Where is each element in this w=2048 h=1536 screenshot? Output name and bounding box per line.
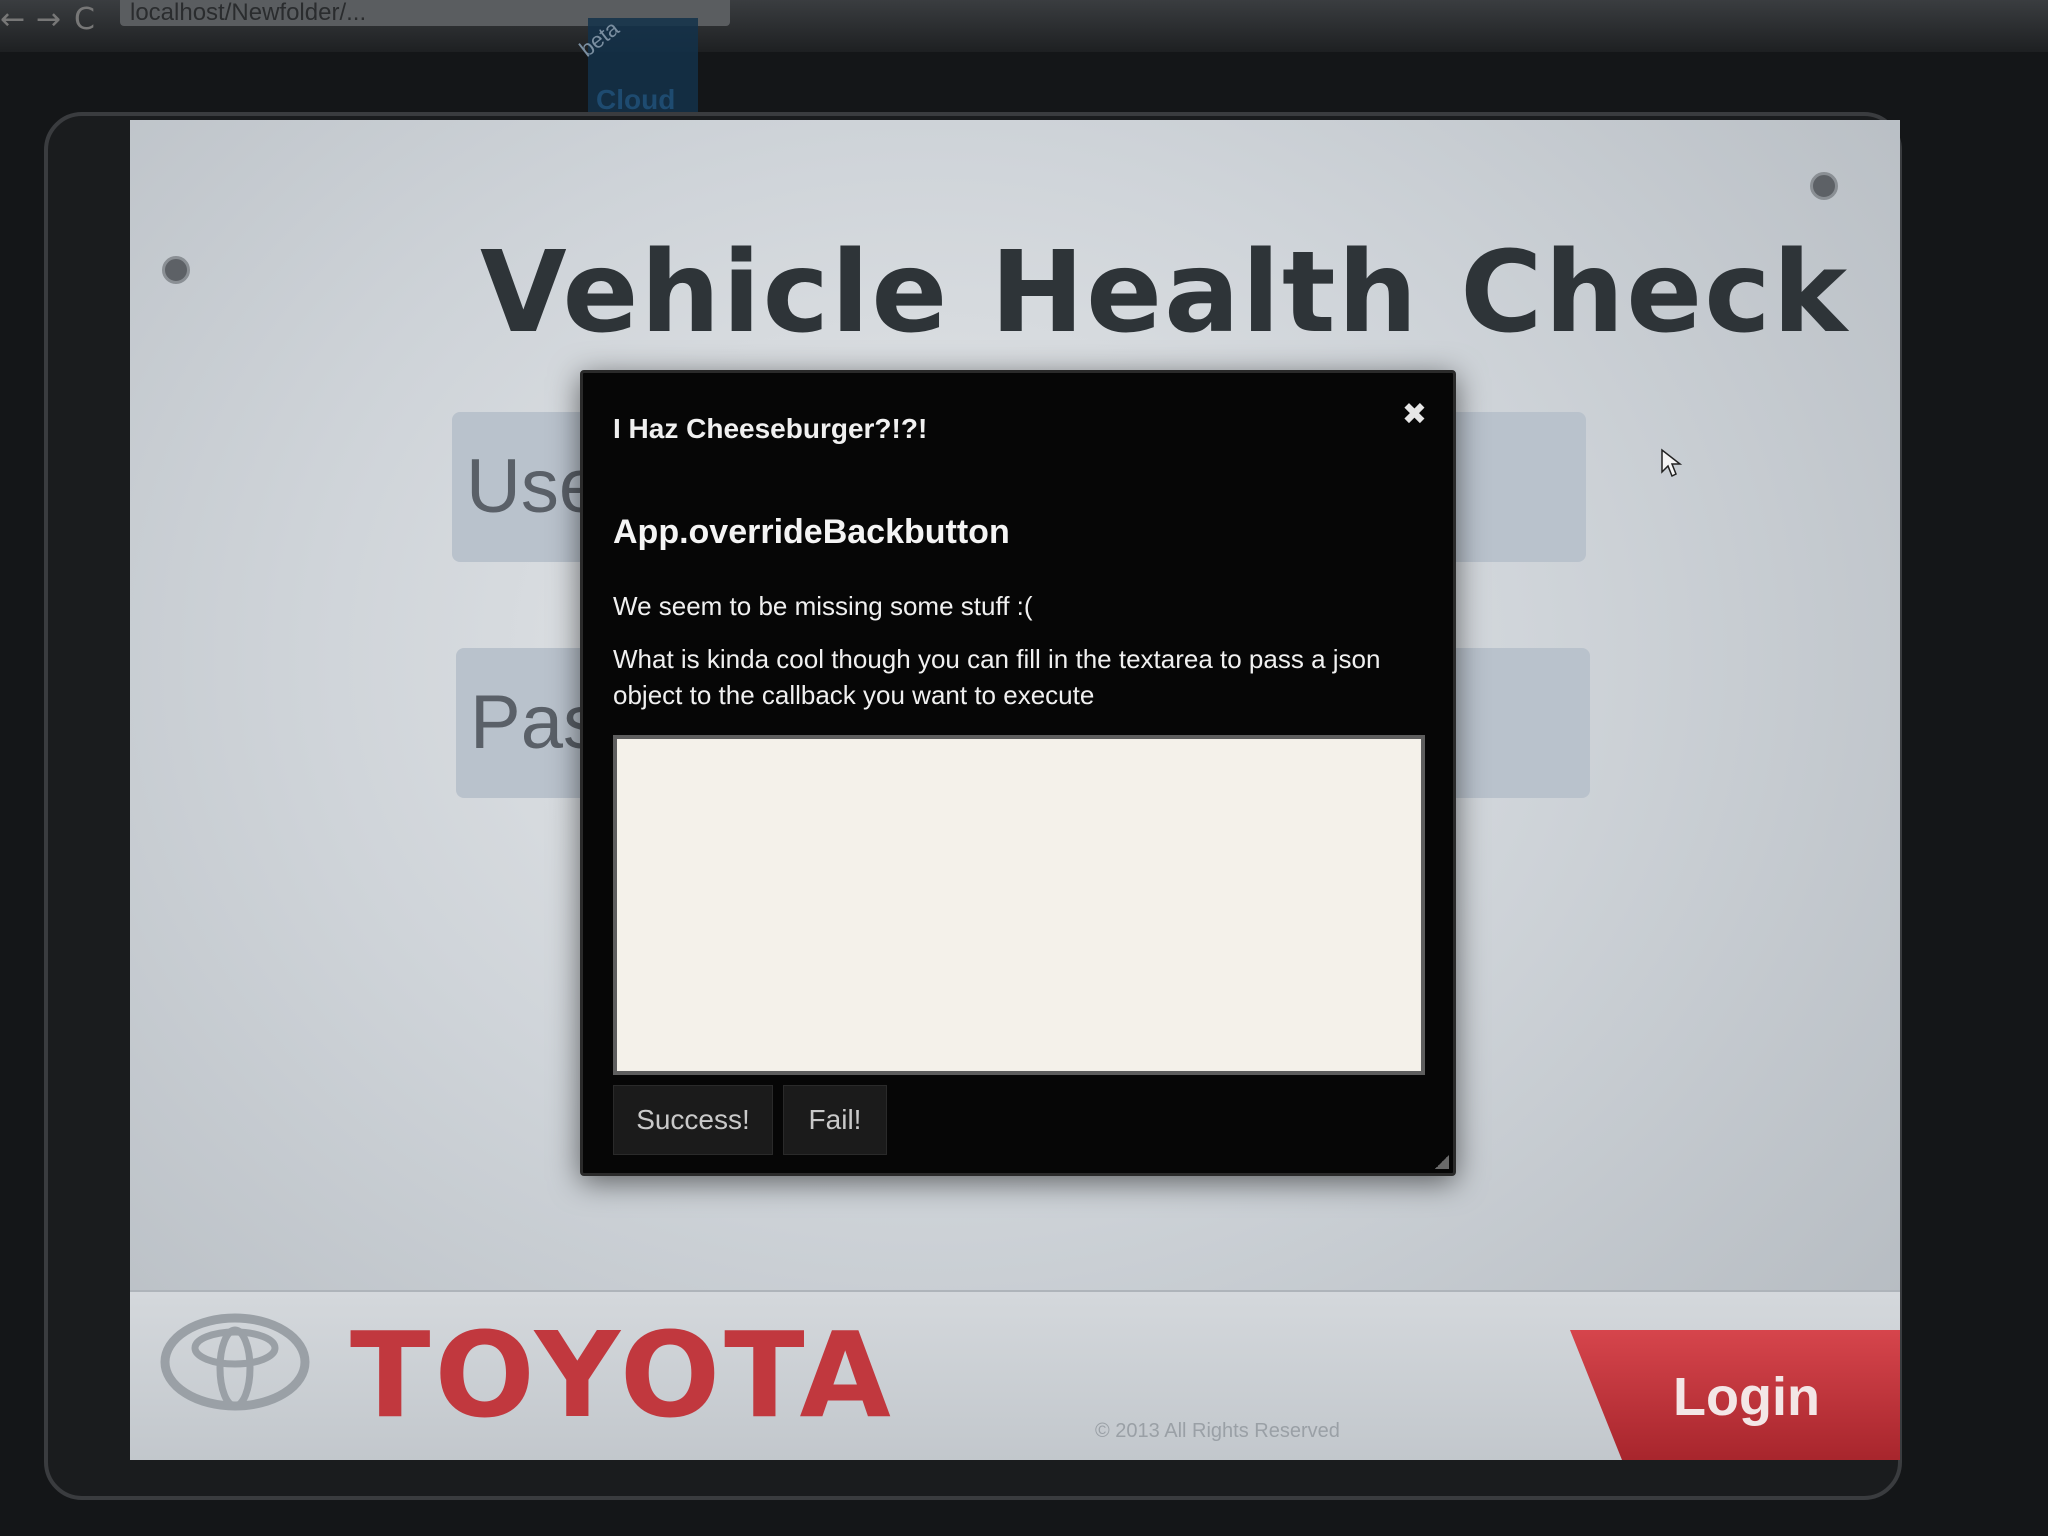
page-title: Vehicle Health Check: [480, 228, 1850, 358]
footer-bar: TOYOTA © 2013 All Rights Reserved Login: [130, 1290, 1900, 1460]
forward-icon[interactable]: →: [36, 2, 61, 37]
modal-title: I Haz Cheeseburger?!?!: [613, 413, 928, 444]
login-button[interactable]: Login: [1570, 1330, 1900, 1460]
toyota-logo-icon: [160, 1313, 310, 1411]
screw-icon: [162, 256, 190, 284]
reload-icon[interactable]: C: [74, 2, 95, 37]
modal-description: What is kinda cool though you can fill i…: [613, 644, 1381, 710]
copyright-text: © 2013 All Rights Reserved: [1095, 1420, 1340, 1442]
brand-name: TOYOTA: [350, 1306, 895, 1444]
modal-heading: App.overrideBackbutton: [613, 513, 1010, 551]
back-icon[interactable]: ←: [0, 2, 25, 37]
fail-button[interactable]: Fail!: [783, 1085, 887, 1155]
modal-dialog: I Haz Cheeseburger?!?! ✖ App.overrideBac…: [580, 370, 1456, 1176]
json-textarea[interactable]: [613, 735, 1425, 1075]
resize-handle[interactable]: [1435, 1155, 1449, 1169]
close-icon[interactable]: ✖: [1402, 397, 1427, 432]
success-button[interactable]: Success!: [613, 1085, 773, 1155]
modal-message: We seem to be missing some stuff :(: [613, 591, 1033, 621]
browser-toolbar: ← → C localhost/Newfolder/...: [0, 0, 2048, 52]
screw-icon: [1810, 172, 1838, 200]
cursor-icon: [1661, 448, 1683, 478]
